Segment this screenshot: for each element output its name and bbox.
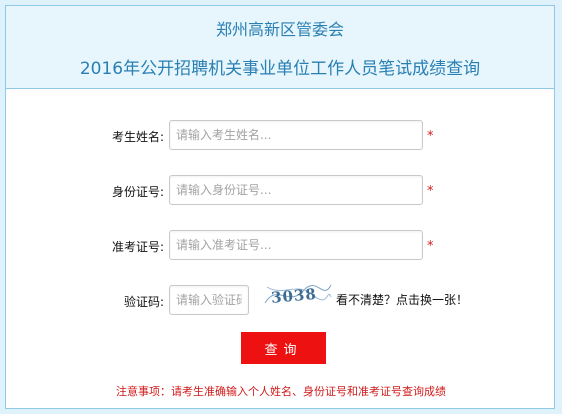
captcha-row: 验证码: 3038 看不清楚？点击换一张！ <box>6 284 556 317</box>
id-row: 身份证号: * <box>6 175 556 207</box>
refresh-captcha-link[interactable]: 看不清楚？点击换一张！ <box>336 291 468 308</box>
page-title: 2016年公开招聘机关事业单位工作人员笔试成绩查询 <box>79 59 481 79</box>
required-mark: * <box>427 129 434 144</box>
name-input[interactable] <box>169 120 423 150</box>
captcha-code: 3038 <box>270 285 317 307</box>
notice-text: 注意事项：请考生准确输入个人姓名、身份证号和准考证号查询成绩 <box>116 385 446 398</box>
captcha-label: 验证码: <box>123 295 164 309</box>
query-button[interactable]: 查询 <box>241 332 326 364</box>
id-number-input[interactable] <box>169 175 423 205</box>
panel-header: 郑州高新区管委会 2016年公开招聘机关事业单位工作人员笔试成绩查询 <box>6 6 554 89</box>
ticket-row: 准考证号: * <box>6 230 556 262</box>
id-label: 身份证号: <box>111 185 164 199</box>
name-row: 考生姓名: * <box>6 120 556 152</box>
name-label: 考生姓名: <box>111 130 164 144</box>
required-mark: * <box>427 184 434 199</box>
query-panel: 郑州高新区管委会 2016年公开招聘机关事业单位工作人员笔试成绩查询 考生姓名:… <box>5 5 555 409</box>
ticket-number-input[interactable] <box>169 230 423 260</box>
org-title: 郑州高新区管委会 <box>215 20 344 39</box>
captcha-image[interactable]: 3038 <box>263 277 333 311</box>
captcha-input[interactable] <box>169 285 249 315</box>
ticket-label: 准考证号: <box>111 240 164 254</box>
required-mark: * <box>427 239 434 254</box>
